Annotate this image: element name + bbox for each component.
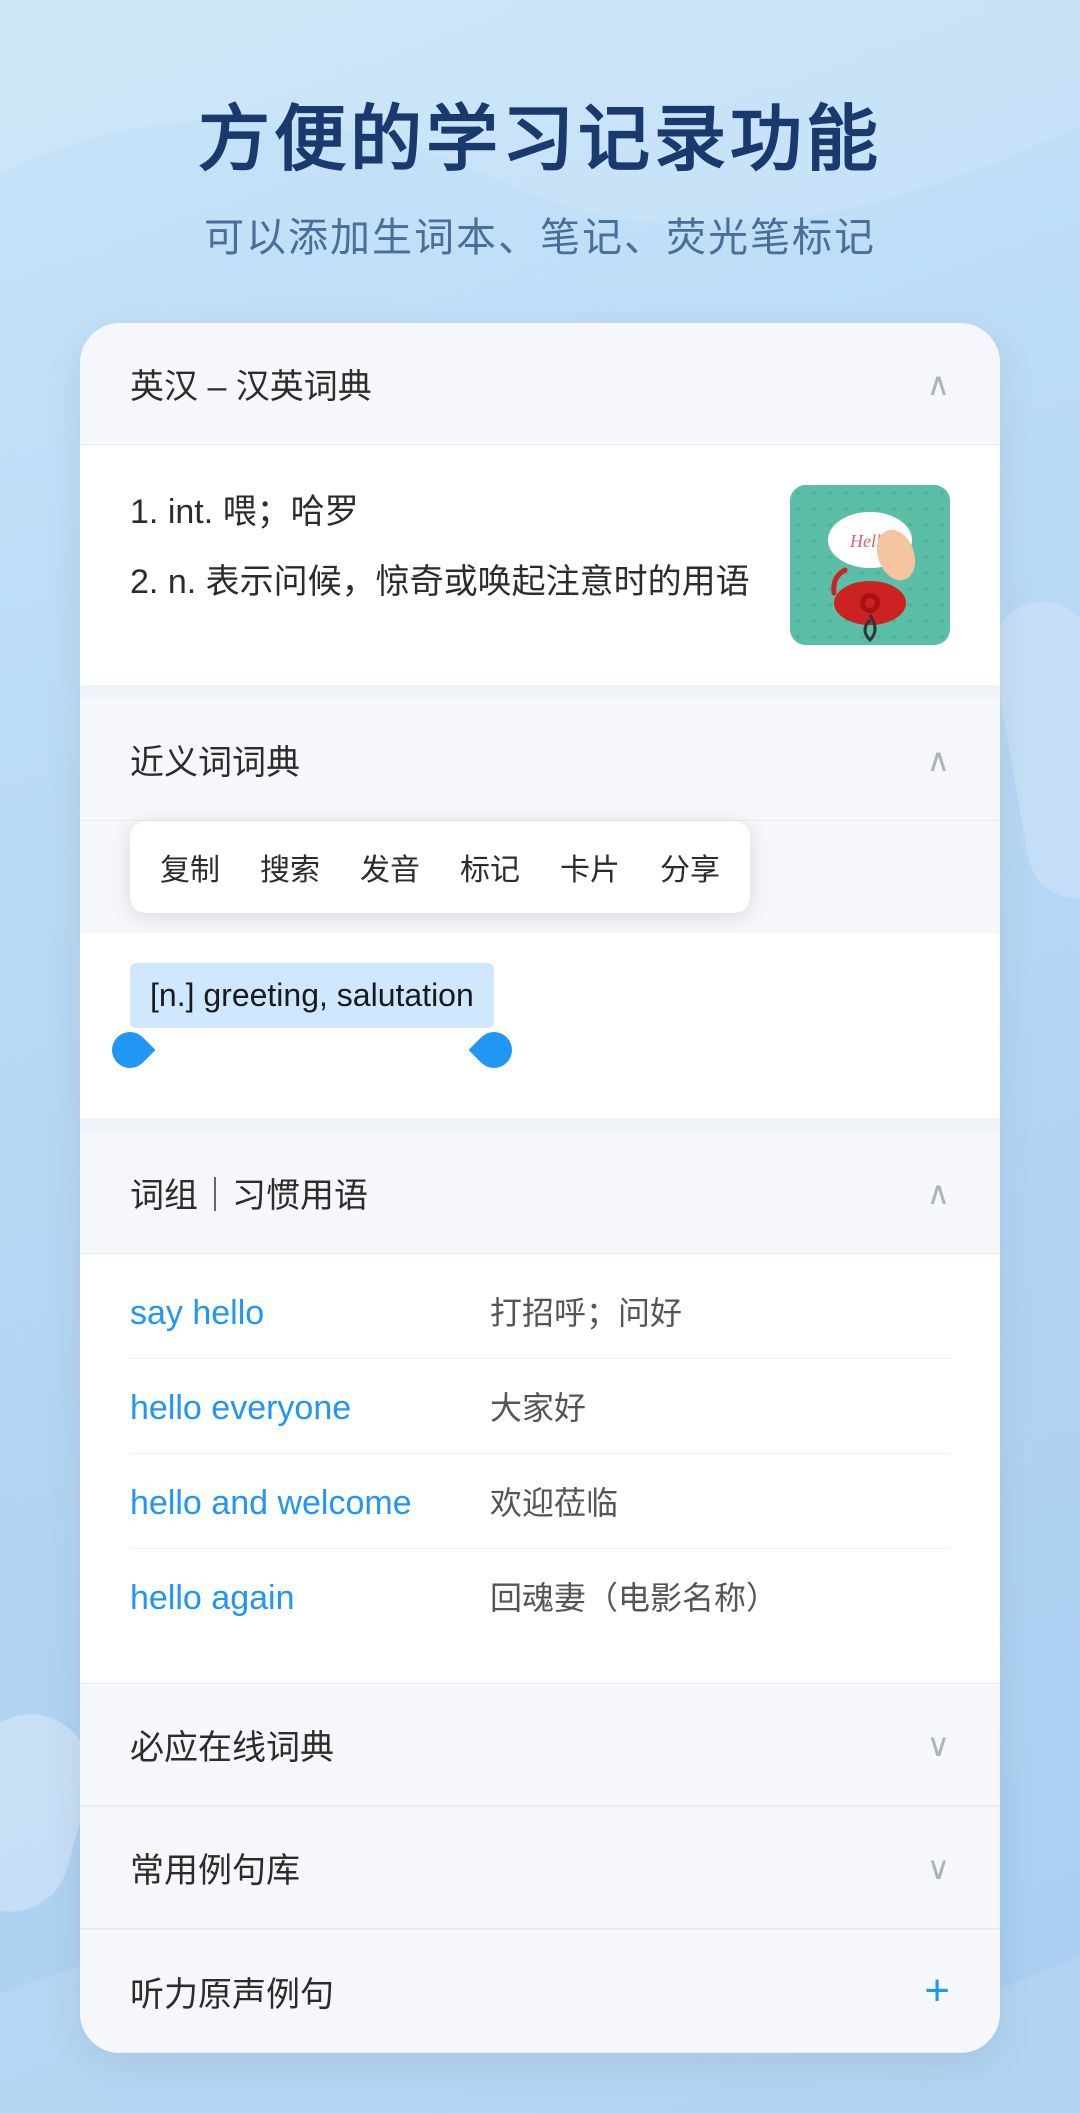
- dict-definitions: 1. int. 喂；哈罗 2. n. 表示问候，惊奇或唤起注意时的用语: [130, 485, 770, 626]
- phrase-item-4[interactable]: hello again 回魂妻（电影名称）: [130, 1549, 950, 1643]
- header-section: 方便的学习记录功能 可以添加生词本、笔记、荧光笔标记: [138, 80, 942, 263]
- context-copy[interactable]: 复制: [160, 845, 220, 889]
- example-sentences-section: 常用例句库 ∨: [80, 1806, 1000, 1929]
- def-text-2: 表示问候，惊奇或唤起注意时的用语: [206, 563, 750, 601]
- def-index-1: 1.: [130, 493, 168, 531]
- example-sentences-header[interactable]: 常用例句库 ∨: [80, 1807, 1000, 1929]
- phrase-chinese-3: 欢迎莅临: [490, 1478, 618, 1524]
- online-dict-title: 必应在线词典: [130, 1720, 334, 1769]
- phrase-english-3: hello and welcome: [130, 1484, 470, 1523]
- audio-sentences-header[interactable]: 听力原声例句 +: [80, 1930, 1000, 2053]
- english-chinese-title: 英汉 – 汉英词典: [130, 359, 372, 408]
- phrase-item-1[interactable]: say hello 打招呼；问好: [130, 1264, 950, 1359]
- dict-def-1: 1. int. 喂；哈罗: [130, 485, 770, 539]
- phrases-header[interactable]: 词组｜习惯用语 ∧: [80, 1132, 1000, 1254]
- english-chinese-header[interactable]: 英汉 – 汉英词典 ∧: [80, 323, 1000, 445]
- def-text-1: 喂；哈罗: [223, 493, 359, 531]
- phrase-item-3[interactable]: hello and welcome 欢迎莅临: [130, 1454, 950, 1549]
- plus-icon[interactable]: +: [924, 1966, 950, 2016]
- phrase-english-2: hello everyone: [130, 1389, 470, 1428]
- main-card: 英汉 – 汉英词典 ∧ 1. int. 喂；哈罗 2. n. 表示问候，惊奇或唤…: [80, 323, 1000, 2053]
- hello-image: Hello: [790, 485, 950, 645]
- synonym-title: 近义词词典: [130, 735, 300, 784]
- main-title: 方便的学习记录功能: [198, 80, 882, 185]
- phrase-item-2[interactable]: hello everyone 大家好: [130, 1359, 950, 1454]
- dict-def-2: 2. n. 表示问候，惊奇或唤起注意时的用语: [130, 555, 770, 609]
- context-pronounce[interactable]: 发音: [360, 845, 420, 889]
- phrase-english-1: say hello: [130, 1294, 470, 1333]
- context-share[interactable]: 分享: [660, 845, 720, 889]
- phrase-list: say hello 打招呼；问好 hello everyone 大家好 hell…: [80, 1254, 1000, 1683]
- phrases-title: 词组｜习惯用语: [130, 1168, 368, 1217]
- phrase-chinese-1: 打招呼；问好: [490, 1288, 682, 1334]
- phrase-chinese-2: 大家好: [490, 1383, 586, 1429]
- audio-sentences-title: 听力原声例句: [130, 1967, 334, 2016]
- chevron-up-icon: ∧: [927, 365, 950, 403]
- synonym-content: [n.] greeting, salutation: [80, 933, 1000, 1118]
- context-card[interactable]: 卡片: [560, 845, 620, 889]
- online-dict-section: 必应在线词典 ∨: [80, 1683, 1000, 1806]
- context-menu: 复制 搜索 发音 标记 卡片 分享: [130, 821, 750, 913]
- selection-handle-right: [468, 1025, 519, 1076]
- example-sentences-chevron-icon: ∨: [927, 1849, 950, 1887]
- synonym-header[interactable]: 近义词词典 ∧: [80, 699, 1000, 821]
- sub-title: 可以添加生词本、笔记、荧光笔标记: [198, 205, 882, 263]
- dict-entry-card: 1. int. 喂；哈罗 2. n. 表示问候，惊奇或唤起注意时的用语: [80, 445, 1000, 699]
- def-type-2: n.: [168, 563, 206, 601]
- online-dict-header[interactable]: 必应在线词典 ∨: [80, 1684, 1000, 1806]
- selection-handle-left: [105, 1025, 156, 1076]
- phrase-english-4: hello again: [130, 1579, 470, 1618]
- synonym-text[interactable]: [n.] greeting, salutation: [130, 963, 494, 1028]
- phrases-chevron-icon: ∧: [927, 1174, 950, 1212]
- phrases-section: 词组｜习惯用语 ∧ say hello 打招呼；问好 hello everyon…: [80, 1118, 1000, 1683]
- audio-sentences-section: 听力原声例句 +: [80, 1929, 1000, 2053]
- context-mark[interactable]: 标记: [460, 845, 520, 889]
- synonym-section: 近义词词典 ∧ 复制 搜索 发音 标记 卡片 分享 [n.] greeting,…: [80, 699, 1000, 1118]
- phrase-chinese-4: 回魂妻（电影名称）: [490, 1573, 778, 1619]
- def-index-2: 2.: [130, 563, 168, 601]
- def-type-1: int.: [168, 493, 223, 531]
- context-search[interactable]: 搜索: [260, 845, 320, 889]
- online-dict-chevron-icon: ∨: [927, 1726, 950, 1764]
- synonym-chevron-icon: ∧: [927, 741, 950, 779]
- example-sentences-title: 常用例句库: [130, 1843, 300, 1892]
